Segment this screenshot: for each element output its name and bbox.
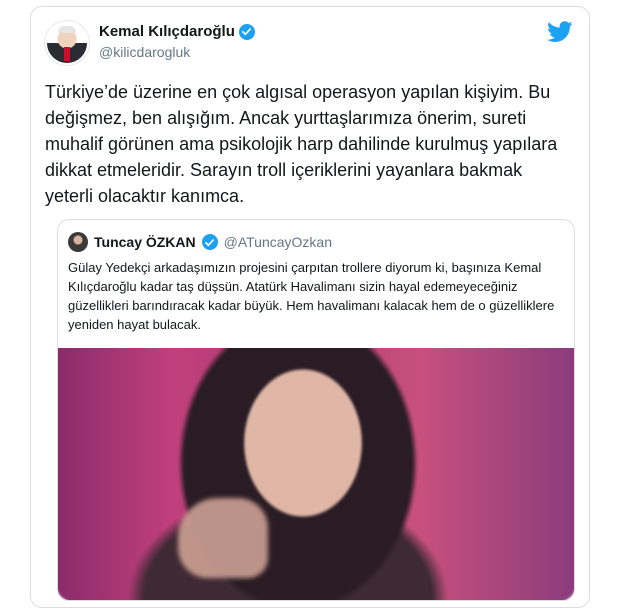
author-block: Kemal Kılıçdaroğlu @kilicdarogluk (99, 23, 255, 60)
quoted-author-avatar[interactable] (68, 232, 88, 252)
twitter-bird-icon[interactable] (547, 21, 573, 43)
verified-icon (238, 23, 255, 40)
quoted-video-thumbnail[interactable] (58, 348, 574, 600)
tweet-text: Türkiye’de üzerine en çok algısal operas… (45, 82, 558, 206)
quoted-verified-icon (201, 234, 218, 250)
quoted-tweet-header: Tuncay ÖZKAN @ATuncayOzkan (68, 232, 332, 252)
quoted-tweet[interactable]: Tuncay ÖZKAN @ATuncayOzkan Gülay Yedekçi… (57, 219, 575, 601)
tweet-card[interactable]: Kemal Kılıçdaroğlu @kilicdarogluk Türkiy… (30, 6, 590, 608)
quoted-author-handle[interactable]: @ATuncayOzkan (224, 234, 332, 250)
quoted-tweet-text: Gülay Yedekçi arkadaşımızın projesini ça… (68, 260, 555, 332)
author-handle[interactable]: @kilicdarogluk (99, 44, 255, 60)
quoted-author-name[interactable]: Tuncay ÖZKAN (94, 234, 196, 250)
author-name-row[interactable]: Kemal Kılıçdaroğlu (99, 23, 255, 40)
author-name[interactable]: Kemal Kılıçdaroğlu (99, 23, 235, 40)
author-avatar[interactable] (45, 21, 89, 65)
